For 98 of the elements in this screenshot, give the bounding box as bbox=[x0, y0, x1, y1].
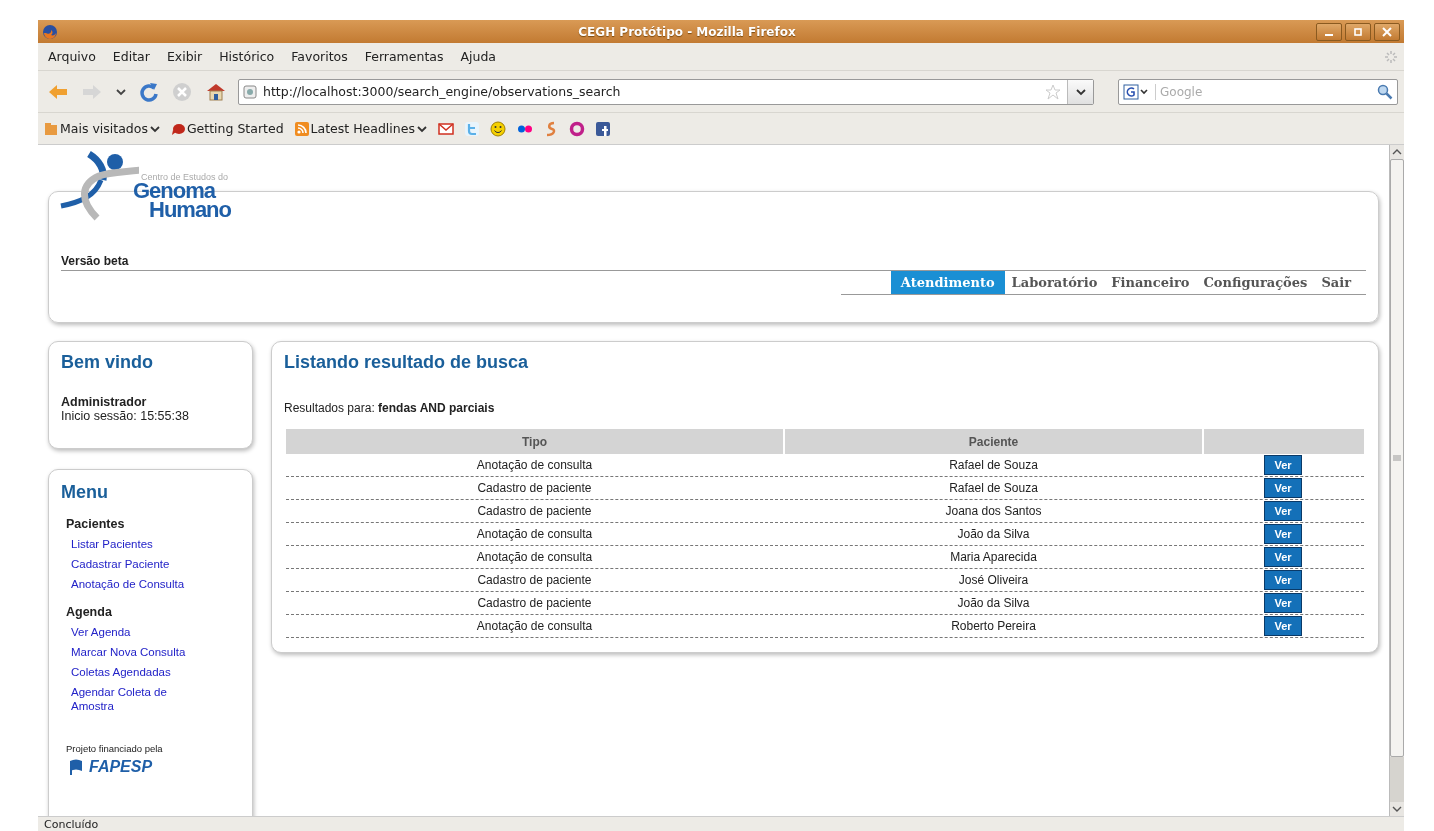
menu-link[interactable]: Marcar Nova Consulta bbox=[71, 645, 201, 659]
menu-link[interactable]: Anotação de Consulta bbox=[71, 577, 201, 591]
chevron-down-icon bbox=[416, 124, 427, 133]
session-time: Inicio sessão: 15:55:38 bbox=[61, 409, 190, 423]
table-cell: Joana dos Santos bbox=[785, 500, 1202, 523]
history-dropdown-button[interactable] bbox=[1067, 79, 1093, 104]
chevron-down-icon bbox=[1075, 87, 1086, 96]
scroll-down-icon[interactable] bbox=[1392, 805, 1402, 813]
view-button[interactable]: Ver bbox=[1264, 524, 1302, 544]
search-icon[interactable] bbox=[1377, 83, 1393, 100]
menu-item[interactable]: Exibir bbox=[166, 49, 203, 64]
menu-link[interactable]: Cadastrar Paciente bbox=[71, 557, 201, 571]
search-query-text: Resultados para: fendas AND parciais bbox=[284, 401, 496, 415]
table-cell: João da Silva bbox=[785, 523, 1202, 546]
search-field[interactable]: Google bbox=[1155, 83, 1373, 100]
menu-item[interactable]: Ferramentas bbox=[364, 49, 444, 64]
square-logo-icon[interactable] bbox=[595, 121, 610, 136]
smiley-icon[interactable] bbox=[489, 120, 506, 137]
status-text: Concluído bbox=[44, 817, 99, 831]
view-button[interactable]: Ver bbox=[1264, 478, 1302, 498]
menu-heading: Agenda bbox=[66, 605, 113, 619]
minimize-button[interactable] bbox=[1316, 22, 1342, 41]
menu-item[interactable]: Ajuda bbox=[460, 49, 497, 64]
close-icon bbox=[1382, 26, 1392, 37]
search-box[interactable]: Google bbox=[1118, 78, 1398, 105]
throbber-icon bbox=[1384, 49, 1398, 64]
view-button[interactable]: Ver bbox=[1264, 547, 1302, 567]
view-button[interactable]: Ver bbox=[1264, 570, 1302, 590]
table-cell: Anotação de consulta bbox=[286, 546, 783, 569]
scrollbar[interactable] bbox=[1389, 145, 1404, 816]
view-button[interactable]: Ver bbox=[1264, 455, 1302, 475]
browser-logo-icon bbox=[42, 23, 58, 40]
nav-tab[interactable]: Sair bbox=[1314, 271, 1358, 294]
mail-icon[interactable] bbox=[437, 121, 454, 136]
star-icon[interactable] bbox=[1045, 83, 1061, 100]
table-cell: José Oliveira bbox=[785, 569, 1202, 592]
menu-item[interactable]: Arquivo bbox=[48, 49, 96, 64]
table-cell: Maria Aparecida bbox=[785, 546, 1202, 569]
window-title: CEGH Protótipo - Mozilla Firefox bbox=[577, 24, 797, 39]
home-icon[interactable] bbox=[206, 82, 226, 101]
logo-text: Humano bbox=[149, 199, 231, 221]
table-cell: Roberto Pereira bbox=[785, 615, 1202, 638]
page-icon bbox=[243, 84, 257, 99]
column-header: Paciente bbox=[785, 429, 1202, 454]
nav-tab[interactable]: Financeiro bbox=[1104, 271, 1197, 294]
table-cell: Cadastro de paciente bbox=[286, 569, 783, 592]
table-cell: Anotação de consulta bbox=[286, 615, 783, 638]
rss-feed-icon bbox=[294, 121, 309, 136]
view-button[interactable]: Ver bbox=[1264, 616, 1302, 636]
funder-logo-text: FAPESP bbox=[89, 758, 153, 776]
flag-icon bbox=[69, 759, 83, 775]
table-cell: Rafael de Souza bbox=[785, 454, 1202, 477]
two-dots-icon[interactable] bbox=[516, 123, 533, 134]
menu-link[interactable]: Agendar Coleta de Amostra bbox=[71, 685, 201, 713]
table-cell: Anotação de consulta bbox=[286, 454, 783, 477]
menu-item[interactable]: Editar bbox=[112, 49, 150, 64]
maximize-button[interactable] bbox=[1345, 22, 1371, 41]
table-cell: Cadastro de paciente bbox=[286, 500, 783, 523]
chevron-down-icon[interactable] bbox=[116, 87, 126, 96]
funding-note: Projeto financiado pela bbox=[66, 743, 164, 754]
minimize-icon bbox=[1325, 33, 1333, 36]
nav-tab[interactable]: Configurações bbox=[1196, 271, 1315, 294]
close-button[interactable] bbox=[1374, 22, 1400, 41]
version-label: Versão beta bbox=[61, 254, 1366, 271]
menu-link[interactable]: Coletas Agendadas bbox=[71, 665, 201, 679]
logo-subtitle: Centro de Estudos do bbox=[141, 172, 229, 182]
grip-icon bbox=[1393, 454, 1401, 462]
chevron-down-icon bbox=[149, 124, 160, 133]
view-button[interactable]: Ver bbox=[1264, 501, 1302, 521]
nav-tab[interactable]: Laboratório bbox=[1004, 271, 1105, 294]
menu-heading: Pacientes bbox=[66, 517, 126, 531]
bookmark-item[interactable]: Mais visitados bbox=[44, 121, 160, 136]
table-cell: Cadastro de paciente bbox=[286, 592, 783, 615]
ring-icon[interactable] bbox=[568, 120, 585, 137]
folder-icon bbox=[44, 121, 58, 136]
bookmark-item[interactable]: Getting Started bbox=[170, 121, 284, 136]
scroll-up-icon[interactable] bbox=[1392, 148, 1402, 156]
reload-icon[interactable] bbox=[140, 81, 158, 102]
panel-title: Menu bbox=[61, 482, 109, 503]
table-cell: Rafael de Souza bbox=[785, 477, 1202, 500]
panel-title: Bem vindo bbox=[61, 352, 154, 373]
table-cell: João da Silva bbox=[785, 592, 1202, 615]
table-cell: Cadastro de paciente bbox=[286, 477, 783, 500]
menu-item[interactable]: Histórico bbox=[219, 49, 275, 64]
column-header: Tipo bbox=[286, 429, 783, 454]
view-button[interactable]: Ver bbox=[1264, 593, 1302, 613]
bookmark-item[interactable]: Latest Headlines bbox=[294, 121, 427, 136]
panel-title: Listando resultado de busca bbox=[284, 352, 530, 373]
address-field[interactable]: http://localhost:3000/search_engine/observations_search bbox=[238, 78, 1094, 105]
nav-tab[interactable]: Atendimento bbox=[890, 271, 1005, 294]
menu-item[interactable]: Favoritos bbox=[291, 49, 348, 64]
logo-text: Genoma bbox=[133, 180, 216, 202]
search-engine-icon[interactable] bbox=[1123, 83, 1151, 100]
menu-link[interactable]: Listar Pacientes bbox=[71, 537, 201, 551]
maximize-icon bbox=[1353, 26, 1363, 37]
menu-link[interactable]: Ver Agenda bbox=[71, 625, 201, 639]
user-name: Administrador bbox=[61, 395, 148, 409]
table-cell: Anotação de consulta bbox=[286, 523, 783, 546]
